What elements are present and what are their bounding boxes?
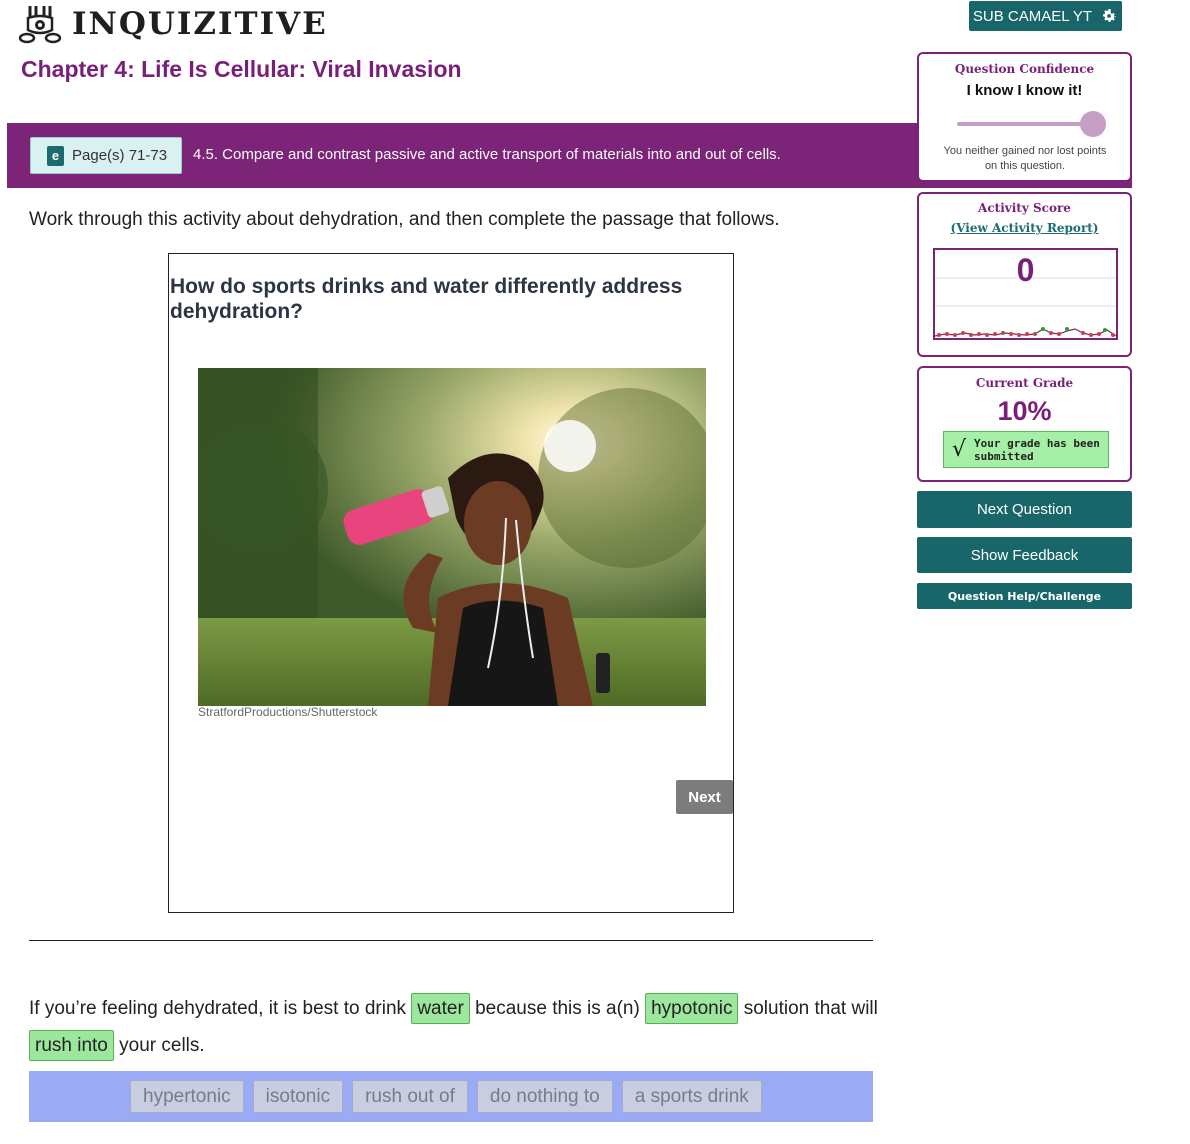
confidence-slider-thumb[interactable] <box>1080 111 1106 137</box>
learning-objective: 4.5. Compare and contrast passive and ac… <box>193 146 781 163</box>
score-graph-box: 0 <box>933 248 1118 340</box>
confidence-note: You neither gained nor lost points on th… <box>943 145 1107 172</box>
confidence-value: I know I know it! <box>966 82 1083 99</box>
confidence-slider-track[interactable] <box>957 122 1093 126</box>
answer-blank-3[interactable]: rush into <box>29 1030 114 1061</box>
word-chip[interactable]: a sports drink <box>621 1080 762 1113</box>
next-question-button[interactable]: Next Question <box>917 491 1132 528</box>
passage-text: If you’re feeling dehydrated, it is best… <box>29 998 412 1019</box>
current-grade-panel: Current Grade 10% √ Your grade has been … <box>917 366 1132 482</box>
chapter-title: Chapter 4: Life Is Cellular: Viral Invas… <box>21 56 462 82</box>
current-grade-value: 10% <box>997 396 1052 426</box>
word-chip[interactable]: rush out of <box>352 1080 468 1113</box>
activity-card: How do sports drinks and water different… <box>168 253 734 913</box>
app-name: INQUIZITIVE <box>72 6 328 42</box>
question-confidence-panel: Question Confidence I know I know it! Yo… <box>917 52 1132 182</box>
passage-text: because this is a(n) <box>469 998 646 1019</box>
question-help-button[interactable]: Question Help/Challenge <box>917 583 1132 609</box>
page-ref-label: Page(s) 71-73 <box>72 147 168 164</box>
user-settings-button[interactable]: SUB CAMAEL YT <box>969 1 1122 31</box>
grade-submitted-badge: √ Your grade has been submitted <box>943 431 1109 468</box>
current-grade-title: Current Grade <box>975 376 1074 390</box>
activity-title: How do sports drinks and water different… <box>170 275 683 323</box>
word-chip[interactable]: do nothing to <box>476 1080 613 1113</box>
word-chip[interactable]: isotonic <box>252 1080 344 1113</box>
woman-drinking-photo <box>198 368 706 706</box>
activity-next-button[interactable]: Next <box>676 780 733 814</box>
user-label: SUB CAMAEL YT <box>972 7 1093 25</box>
activity-score-title: Activity Score <box>978 201 1071 215</box>
ebook-page-link[interactable]: e Page(s) 71-73 <box>30 137 182 174</box>
answer-blank-2[interactable]: hypotonic <box>645 993 739 1024</box>
passage-text: solution that will <box>738 998 878 1019</box>
gear-icon <box>1103 8 1117 22</box>
app-logo: INQUIZITIVE <box>18 4 328 44</box>
confidence-title: Question Confidence <box>954 62 1095 76</box>
view-activity-report-link[interactable]: (View Activity Report) <box>919 221 1130 235</box>
instructions: Work through this activity about dehydra… <box>29 209 780 230</box>
passage-text: your cells. <box>113 1035 205 1056</box>
check-icon: √ <box>952 437 967 462</box>
fill-in-passage: If you’re feeling dehydrated, it is best… <box>29 990 879 1064</box>
grade-submitted-text: Your grade has been submitted <box>974 436 1100 463</box>
section-divider <box>29 940 873 941</box>
rabbit-logo-icon <box>18 6 62 44</box>
ebook-icon: e <box>47 145 64 166</box>
photo-illustration <box>198 368 706 706</box>
activity-score-value: 0 <box>1016 252 1035 288</box>
photo-credit: StratfordProductions/Shutterstock <box>198 705 378 719</box>
word-chip[interactable]: hypertonic <box>130 1080 244 1113</box>
activity-score-panel: Activity Score (View Activity Report) 0 <box>917 192 1132 357</box>
show-feedback-button[interactable]: Show Feedback <box>917 537 1132 573</box>
word-bank: hypertonic isotonic rush out of do nothi… <box>29 1071 873 1122</box>
answer-blank-1[interactable]: water <box>411 993 470 1024</box>
